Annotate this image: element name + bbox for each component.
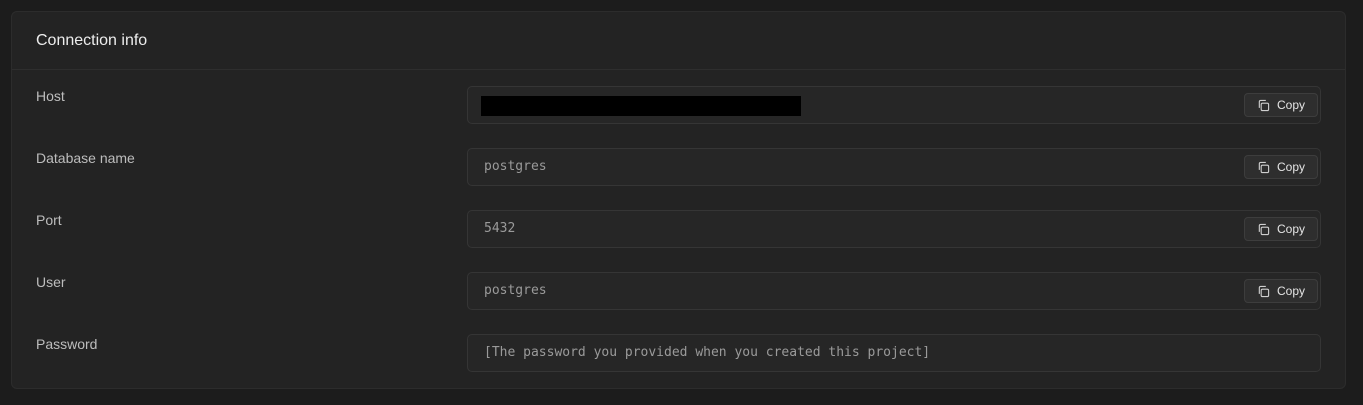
copy-host-button[interactable]: Copy (1244, 93, 1318, 117)
panel-title: Connection info (36, 31, 148, 49)
copy-icon (1258, 99, 1270, 111)
database-name-field[interactable]: postgres Copy (467, 148, 1321, 186)
user-field[interactable]: postgres Copy (467, 272, 1321, 310)
port-row: Port 5432 Copy (12, 206, 1345, 248)
port-value: 5432 (484, 221, 516, 236)
copy-port-button[interactable]: Copy (1244, 217, 1318, 241)
host-row: Host Copy (12, 82, 1345, 124)
copy-button-label: Copy (1276, 160, 1305, 174)
user-value: postgres (484, 283, 547, 298)
user-row: User postgres Copy (12, 268, 1345, 310)
panel-header: Connection info (12, 12, 1345, 70)
password-field[interactable]: [The password you provided when you crea… (467, 334, 1321, 372)
password-label: Password (36, 336, 98, 352)
copy-button-label: Copy (1276, 98, 1305, 112)
database-name-value: postgres (484, 159, 547, 174)
password-value: [The password you provided when you crea… (484, 345, 931, 360)
copy-icon (1258, 161, 1270, 173)
copy-button-label: Copy (1276, 222, 1305, 236)
host-label: Host (36, 88, 65, 104)
port-field[interactable]: 5432 Copy (467, 210, 1321, 248)
copy-icon (1258, 223, 1270, 235)
database-name-row: Database name postgres Copy (12, 144, 1345, 186)
copy-database-name-button[interactable]: Copy (1244, 155, 1318, 179)
connection-info-panel: Connection info Host Copy Database name … (11, 11, 1346, 389)
copy-icon (1258, 285, 1270, 297)
host-field[interactable]: Copy (467, 86, 1321, 124)
database-name-label: Database name (36, 150, 135, 166)
copy-user-button[interactable]: Copy (1244, 279, 1318, 303)
password-row: Password [The password you provided when… (12, 330, 1345, 372)
host-redacted-value (481, 96, 801, 116)
user-label: User (36, 274, 66, 290)
copy-button-label: Copy (1276, 284, 1305, 298)
port-label: Port (36, 212, 62, 228)
